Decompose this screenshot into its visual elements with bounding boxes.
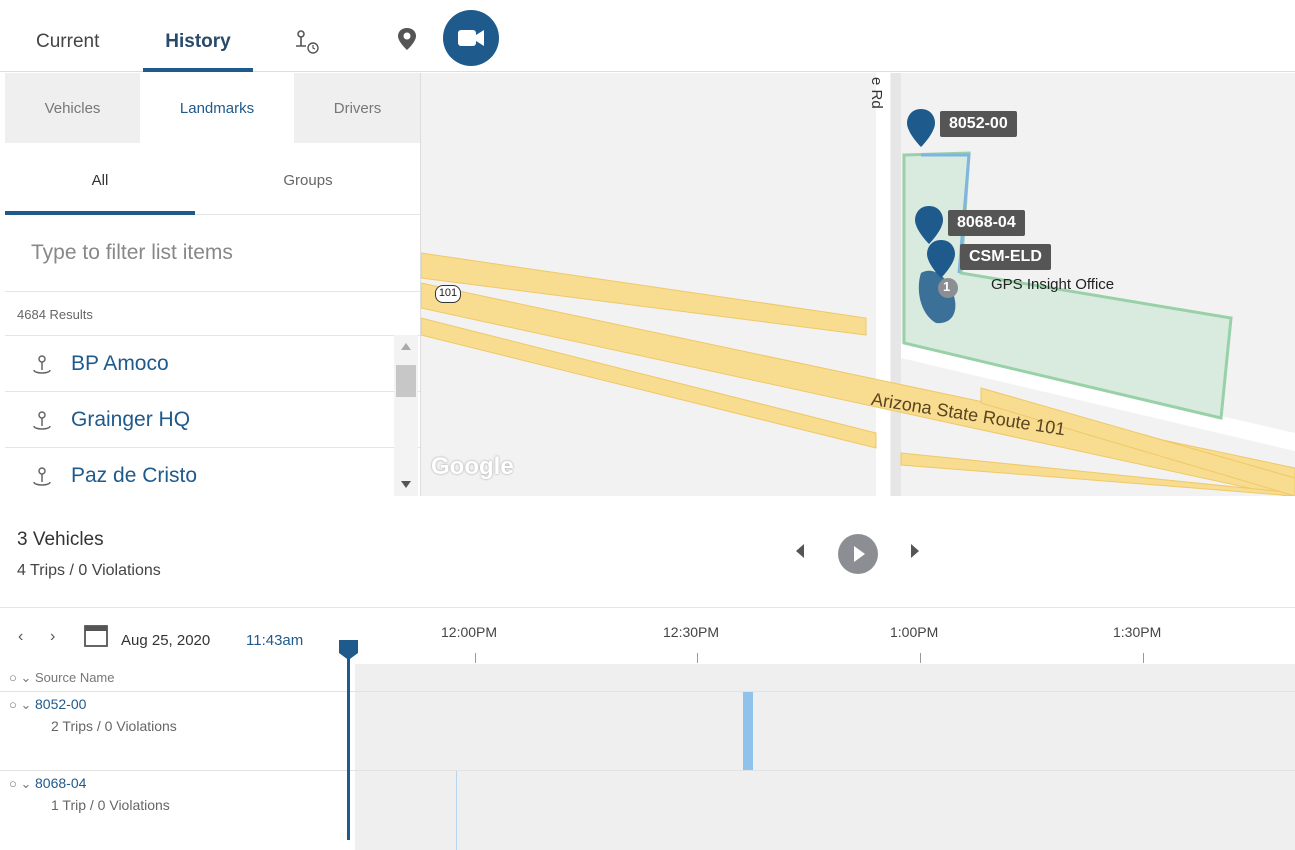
list-item[interactable]: Paz de Cristo bbox=[5, 448, 420, 496]
list-item-label: Grainger HQ bbox=[71, 408, 191, 431]
scroll-thumb[interactable] bbox=[396, 365, 416, 397]
map-pin-icon[interactable] bbox=[397, 26, 427, 56]
google-logo: Google bbox=[431, 453, 514, 480]
row-trip-summary: 1 Trip / 0 Violations bbox=[51, 797, 170, 813]
source-name-label: Source Name bbox=[35, 670, 115, 685]
time-cursor-line[interactable] bbox=[347, 650, 350, 840]
map-view[interactable]: e Rd 101 8052-00 8068-04 CSM-ELD 1 GPS I… bbox=[421, 73, 1295, 496]
row-header[interactable]: ○ ⌄ 8052-00 bbox=[9, 696, 86, 713]
video-camera-icon bbox=[458, 30, 484, 46]
time-cursor-handle[interactable] bbox=[339, 640, 358, 660]
top-tab-bar: Current History bbox=[0, 0, 1295, 72]
row-track bbox=[355, 692, 1295, 771]
tab-drivers[interactable]: Drivers bbox=[294, 73, 420, 143]
calendar-icon[interactable] bbox=[83, 622, 109, 648]
eye-icon[interactable]: ○ bbox=[9, 776, 17, 791]
list-item[interactable]: BP Amoco bbox=[5, 336, 420, 392]
scroll-up-arrow[interactable] bbox=[401, 343, 411, 350]
next-button[interactable] bbox=[911, 544, 919, 558]
vehicle-marker-label[interactable]: CSM-ELD bbox=[960, 244, 1051, 270]
vehicle-count: 3 Vehicles bbox=[17, 529, 104, 550]
tab-all[interactable]: All bbox=[5, 143, 195, 215]
play-button[interactable] bbox=[838, 534, 878, 574]
timeline-time[interactable]: 11:43am bbox=[246, 632, 303, 649]
trip-bar[interactable] bbox=[456, 771, 457, 850]
chevron-down-icon[interactable]: ⌄ bbox=[20, 776, 31, 791]
landmark-icon bbox=[33, 411, 51, 430]
tab-history[interactable]: History bbox=[143, 0, 253, 72]
timeline-date[interactable]: Aug 25, 2020 bbox=[121, 632, 210, 649]
video-camera-button[interactable] bbox=[443, 10, 499, 66]
row-vehicle-name[interactable]: 8052-00 bbox=[35, 696, 86, 712]
previous-button[interactable] bbox=[796, 544, 804, 558]
landmark-list: BP Amoco Grainger HQ Paz de Cristo bbox=[5, 335, 420, 496]
route-timer-icon[interactable] bbox=[292, 28, 322, 58]
chevron-down-icon[interactable]: ⌄ bbox=[20, 670, 31, 685]
list-item-label: BP Amoco bbox=[71, 352, 169, 375]
tab-vehicles[interactable]: Vehicles bbox=[5, 73, 140, 143]
tick-mark bbox=[1143, 653, 1144, 663]
entity-tabs: Vehicles Landmarks Drivers bbox=[5, 73, 420, 143]
timeline-back-button[interactable]: ‹ bbox=[18, 628, 23, 646]
playback-summary: 3 Vehicles 4 Trips / 0 Violations bbox=[0, 496, 1295, 608]
landmark-panel: Vehicles Landmarks Drivers All Groups 46… bbox=[5, 73, 421, 496]
timeline-forward-button[interactable]: › bbox=[50, 628, 55, 646]
eye-icon[interactable]: ○ bbox=[9, 697, 17, 712]
tick-label: 12:00PM bbox=[441, 624, 498, 640]
tab-all-label: All bbox=[91, 172, 109, 189]
tick-mark bbox=[920, 653, 921, 663]
filter-tabs: All Groups bbox=[5, 143, 420, 215]
tick-label: 1:00PM bbox=[890, 624, 939, 640]
street-label: e Rd bbox=[868, 77, 885, 109]
row-header[interactable]: ○ ⌄ 8068-04 bbox=[9, 775, 86, 792]
row-vehicle-name[interactable]: 8068-04 bbox=[35, 775, 86, 791]
source-name-header[interactable]: ○ ⌄ Source Name bbox=[9, 670, 115, 686]
timeline-row[interactable]: ○ ⌄ 8068-04 1 Trip / 0 Violations bbox=[0, 770, 1295, 850]
tick-mark bbox=[697, 653, 698, 663]
timeline-header-row: ○ ⌄ Source Name bbox=[0, 664, 1295, 691]
header-track bbox=[355, 664, 1295, 691]
map-canvas bbox=[421, 73, 1295, 496]
list-scrollbar[interactable] bbox=[394, 335, 418, 496]
chevron-down-icon[interactable]: ⌄ bbox=[20, 697, 31, 712]
route-shield: 101 bbox=[435, 285, 461, 303]
trip-summary: 4 Trips / 0 Violations bbox=[17, 562, 161, 579]
tab-history-label: History bbox=[165, 31, 231, 52]
active-tab-indicator bbox=[143, 68, 253, 72]
row-trip-summary: 2 Trips / 0 Violations bbox=[51, 718, 177, 734]
tab-current[interactable]: Current bbox=[36, 0, 99, 72]
vehicle-marker-label[interactable]: 8052-00 bbox=[940, 111, 1017, 137]
tab-landmarks[interactable]: Landmarks bbox=[140, 73, 294, 143]
vehicle-marker-label[interactable]: 8068-04 bbox=[948, 210, 1025, 236]
tick-mark bbox=[475, 653, 476, 663]
scroll-down-arrow[interactable] bbox=[401, 481, 411, 488]
tick-label: 12:30PM bbox=[663, 624, 720, 640]
landmark-map-label: GPS Insight Office bbox=[991, 276, 1115, 293]
row-track bbox=[355, 771, 1295, 850]
timeline-row[interactable]: ○ ⌄ 8052-00 2 Trips / 0 Violations bbox=[0, 691, 1295, 771]
filter-input[interactable] bbox=[5, 215, 420, 292]
tab-groups[interactable]: Groups bbox=[195, 143, 420, 215]
landmark-icon bbox=[33, 467, 51, 486]
tick-label: 1:30PM bbox=[1113, 624, 1162, 640]
timeline: ‹ › Aug 25, 2020 11:43am 12:00PM 12:30PM… bbox=[0, 608, 1295, 850]
trip-bar[interactable] bbox=[743, 692, 753, 771]
cluster-badge[interactable]: 1 bbox=[943, 279, 950, 294]
list-item[interactable]: Grainger HQ bbox=[5, 392, 420, 448]
landmark-icon bbox=[33, 355, 51, 374]
results-count: 4684 Results bbox=[17, 307, 93, 322]
eye-icon[interactable]: ○ bbox=[9, 670, 17, 685]
list-item-label: Paz de Cristo bbox=[71, 464, 198, 487]
